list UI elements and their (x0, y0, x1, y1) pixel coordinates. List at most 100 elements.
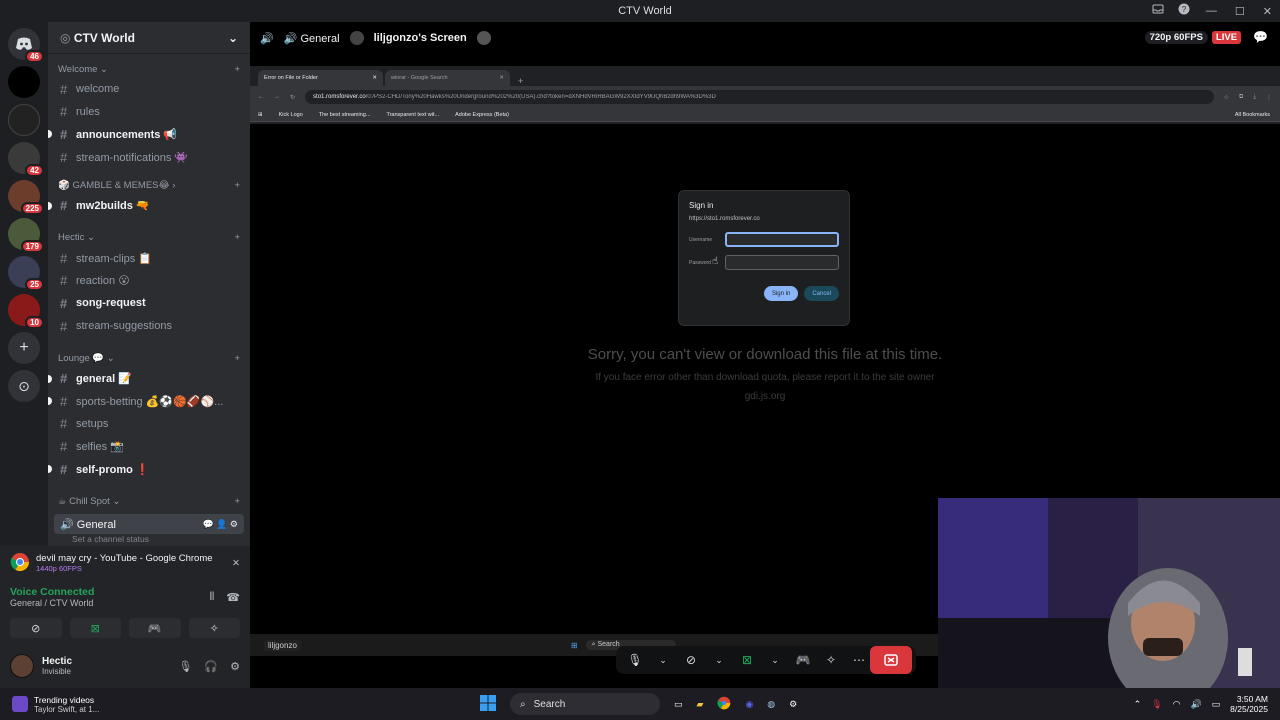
wifi-icon[interactable]: ◠ (1173, 699, 1181, 710)
chat-icon[interactable]: 💬 (1253, 30, 1268, 44)
channel-rules[interactable]: # rules (48, 101, 250, 124)
channel-mw2builds[interactable]: # mw2builds 🔫 (48, 194, 250, 217)
bookmark[interactable]: The best streaming... (319, 112, 371, 118)
server-icon[interactable] (8, 104, 40, 136)
noise-suppression-icon[interactable]: ⫴ (210, 591, 215, 604)
taskbar-search[interactable]: ⌕ Search (510, 693, 660, 715)
more-icon[interactable]: ⋯ (848, 649, 870, 671)
voice-channel-title[interactable]: 🔊 General (284, 32, 340, 45)
end-call-button[interactable] (870, 646, 912, 674)
server-icon[interactable] (8, 66, 40, 98)
new-tab-icon[interactable]: + (512, 76, 529, 86)
channel-setups[interactable]: # setups (48, 413, 250, 436)
widgets-button[interactable]: Trending videos Taylor Swift, at 1... (12, 695, 162, 714)
bookmark[interactable]: Kick Logo (279, 112, 303, 118)
gear-icon[interactable]: ⚙ (230, 660, 240, 673)
channel-stream-notifications[interactable]: # stream-notifications 👾 (48, 146, 250, 169)
add-channel-icon[interactable]: + (234, 180, 240, 191)
mic-icon[interactable]: 🎙 (1151, 699, 1162, 710)
camera-off-icon[interactable]: ⊘ (680, 649, 702, 671)
avatar[interactable] (10, 654, 34, 678)
battery-icon[interactable]: ▭ (1212, 699, 1221, 710)
channel-stream-clips[interactable]: # stream-clips 📋 (48, 247, 250, 270)
activity-row[interactable]: devil may cry - YouTube - Google Chrome … (0, 546, 250, 580)
chevron-up-icon[interactable]: ⌃ (1134, 699, 1142, 710)
extensions-icon[interactable]: ⧉ (1239, 94, 1243, 101)
windows-start-icon[interactable] (480, 695, 496, 713)
channel-welcome[interactable]: # welcome (48, 78, 250, 101)
username-field[interactable] (725, 232, 839, 247)
add-channel-icon[interactable]: + (234, 64, 240, 75)
chevron-down-icon[interactable]: ⌄ (708, 649, 730, 671)
chrome-icon[interactable] (717, 696, 731, 712)
category-lounge[interactable]: Lounge 💬 ⌄ + (48, 349, 250, 367)
minimize-icon[interactable]: — (1206, 5, 1217, 17)
bookmark[interactable]: Adobe Express (Beta) (455, 112, 509, 118)
help-icon[interactable]: ? (1178, 3, 1190, 15)
channel-selfies[interactable]: # selfies 📸 (48, 435, 250, 458)
channel-self-promo[interactable]: # self-promo ❗ (48, 458, 250, 481)
screen-share-icon[interactable]: ⊠ (736, 649, 758, 671)
channel-song-request[interactable]: # song-request (48, 292, 250, 315)
add-server-icon[interactable]: + (8, 332, 40, 364)
mic-icon[interactable]: 🎙 (624, 649, 646, 671)
page-link[interactable]: gdi.js.org (250, 391, 1280, 402)
disconnect-icon[interactable]: ☎ (226, 591, 240, 604)
channel-stream-suggestions[interactable]: # stream-suggestions (48, 315, 250, 338)
stop-stream-icon[interactable]: ✕ (232, 558, 240, 569)
chat-icon[interactable]: 💬 (202, 519, 213, 529)
settings-icon[interactable]: ⚙ (230, 519, 238, 529)
close-icon[interactable]: ✕ (499, 75, 504, 81)
steam-icon[interactable]: ◍ (767, 699, 775, 710)
add-channel-icon[interactable]: + (234, 232, 240, 243)
add-member-icon[interactable]: 👤 (216, 519, 227, 529)
file-explorer-icon[interactable]: ▰ (697, 699, 704, 710)
bookmark[interactable]: Transparent text wit... (386, 112, 439, 118)
channel-announcements[interactable]: # announcements 📢 (48, 123, 250, 146)
close-icon[interactable]: ✕ (372, 75, 377, 81)
guild-header[interactable]: ◎ CTV World ⌄ (48, 22, 250, 54)
close-icon[interactable]: ✕ (1263, 5, 1272, 18)
screen-share-button[interactable]: ⊠ (69, 618, 121, 638)
channel-reaction[interactable]: # reaction 😮 (48, 270, 250, 293)
mic-icon[interactable]: 🎙 (178, 660, 192, 673)
add-channel-icon[interactable]: + (234, 496, 240, 507)
inbox-icon[interactable] (1152, 3, 1164, 15)
browser-tab[interactable]: Error on File or Folder ✕ (258, 70, 383, 86)
download-icon[interactable]: ⤓ (1253, 94, 1256, 101)
user-row[interactable]: Hectic Invisible 🎙 🎧 ⚙ (0, 648, 250, 684)
category-welcome[interactable]: Welcome ⌄ + (48, 60, 250, 78)
voice-status[interactable]: Voice Connected (10, 586, 94, 598)
soundboard-button[interactable]: ✧ (188, 618, 240, 638)
discord-home-icon[interactable]: 46 (8, 28, 44, 63)
channel-general[interactable]: # general 📝 (48, 367, 250, 390)
signin-button[interactable]: Sign in (763, 286, 799, 301)
server-icon[interactable]: 25 (8, 256, 44, 291)
camera-off-button[interactable]: ⊘ (10, 618, 62, 638)
volume-icon[interactable]: 🔊 (1190, 699, 1201, 710)
browser-tab[interactable]: winrar - Google Search ✕ (385, 70, 510, 86)
reload-icon[interactable]: ↻ (290, 94, 295, 101)
address-bar[interactable]: sto1.romsforever.co/0:/PS2-CHD/Tony%20Ha… (305, 90, 1214, 104)
chevron-down-icon[interactable]: ⌄ (764, 649, 786, 671)
clock[interactable]: 3:50 AM 8/25/2025 (1230, 694, 1268, 714)
task-view-icon[interactable]: ▭ (674, 699, 683, 710)
apps-icon[interactable]: ⊞ (258, 112, 263, 118)
voice-location[interactable]: General / CTV World (10, 598, 94, 608)
menu-icon[interactable]: ⋮ (1266, 94, 1272, 101)
server-icon[interactable]: 225 (8, 180, 44, 215)
activities-button[interactable]: 🎮 (129, 618, 181, 638)
cancel-button[interactable]: Cancel (804, 286, 839, 301)
category-hectic[interactable]: Hectic ⌄ + (48, 229, 250, 247)
activities-icon[interactable]: 🎮 (792, 649, 814, 671)
server-icon[interactable]: 10 (8, 294, 44, 329)
headphones-icon[interactable]: 🎧 (204, 660, 218, 673)
soundboard-icon[interactable]: ✧ (820, 649, 842, 671)
category-chill-spot[interactable]: ☕ Chill Spot ⌄ + (48, 492, 250, 510)
server-icon[interactable]: 42 (8, 142, 44, 177)
discord-icon[interactable]: ◉ (745, 699, 753, 710)
star-icon[interactable]: ☆ (1224, 94, 1229, 101)
chevron-down-icon[interactable]: ⌄ (652, 649, 674, 671)
all-bookmarks[interactable]: All Bookmarks (1235, 112, 1270, 118)
forward-icon[interactable]: → (274, 94, 280, 100)
